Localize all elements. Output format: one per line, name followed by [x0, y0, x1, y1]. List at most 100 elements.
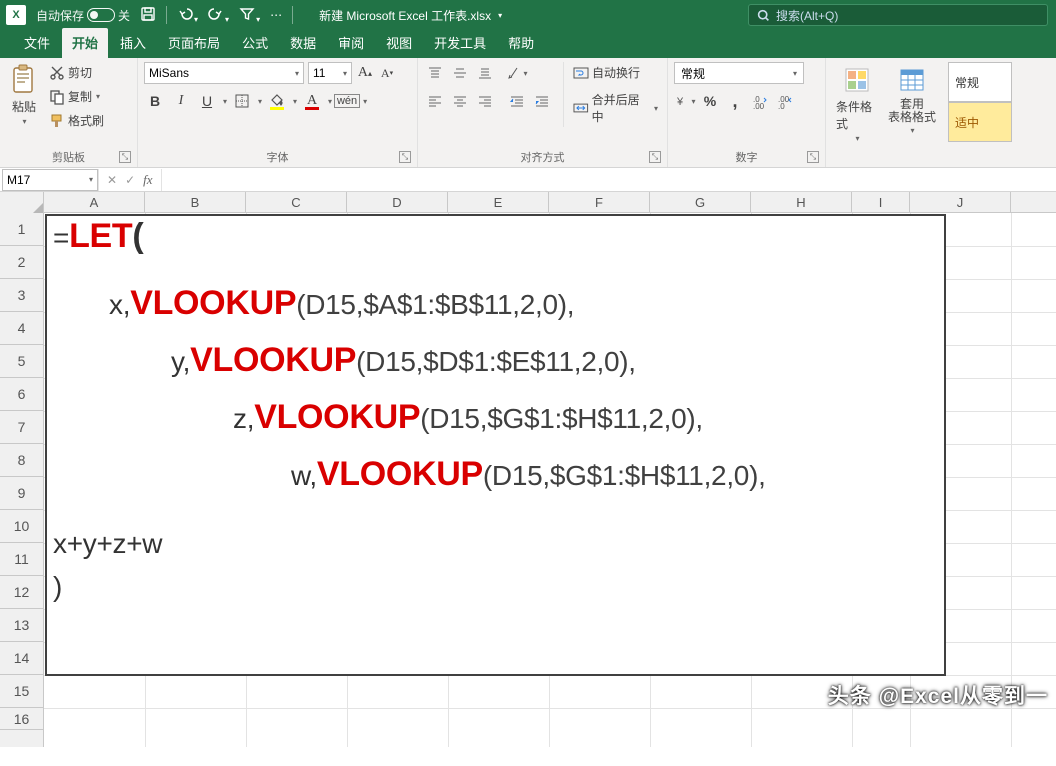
row-header[interactable]: 13: [0, 609, 43, 642]
svg-text:.0: .0: [778, 102, 785, 109]
row-header[interactable]: 4: [0, 312, 43, 345]
col-header[interactable]: I: [852, 192, 910, 212]
font-color-button[interactable]: A: [301, 90, 323, 112]
percent-icon[interactable]: %: [699, 90, 721, 112]
formula-bar: M17▾ ✕ ✓ fx: [0, 168, 1056, 192]
launcher-icon[interactable]: ⤡: [807, 151, 819, 163]
decrease-decimal-icon[interactable]: .00.0: [774, 90, 796, 112]
worksheet-grid[interactable]: A B C D E F G H I J 1 2 3 4 5 6 7 8 9 10…: [0, 192, 1056, 748]
copy-button[interactable]: 复制▾: [46, 86, 107, 107]
launcher-icon[interactable]: ⤡: [399, 151, 411, 163]
svg-text:¥: ¥: [676, 96, 684, 108]
currency-icon[interactable]: ¥▾: [674, 90, 696, 112]
row-header[interactable]: 5: [0, 345, 43, 378]
tab-home[interactable]: 开始: [62, 28, 108, 58]
phonetic-button[interactable]: wén: [336, 90, 358, 112]
row-header[interactable]: 8: [0, 444, 43, 477]
row-header[interactable]: 2: [0, 246, 43, 279]
align-left-icon[interactable]: [424, 90, 446, 112]
border-button[interactable]: [231, 90, 253, 112]
row-header[interactable]: 15: [0, 675, 43, 708]
fill-color-button[interactable]: [266, 90, 288, 112]
orientation-icon[interactable]: ▾: [506, 62, 528, 84]
search-box[interactable]: 搜索(Alt+Q): [748, 4, 1048, 26]
confirm-icon[interactable]: ✓: [125, 173, 135, 187]
align-bottom-icon[interactable]: [474, 62, 496, 84]
comma-icon[interactable]: ,: [724, 90, 746, 112]
wrap-text-button[interactable]: 自动换行: [570, 62, 661, 83]
launcher-icon[interactable]: ⤡: [119, 151, 131, 163]
col-header[interactable]: B: [145, 192, 246, 212]
underline-button[interactable]: U: [196, 90, 218, 112]
row-header[interactable]: 1: [0, 213, 43, 246]
group-title-number: 数字⤡: [674, 148, 819, 165]
tab-layout[interactable]: 页面布局: [158, 28, 230, 58]
tab-developer[interactable]: 开发工具: [424, 28, 496, 58]
row-header[interactable]: 7: [0, 411, 43, 444]
grow-font-icon[interactable]: A▴: [356, 62, 374, 84]
style-normal[interactable]: 常规: [948, 62, 1012, 102]
col-header[interactable]: A: [44, 192, 145, 212]
group-title-align: 对齐方式⤡: [424, 148, 661, 165]
align-center-icon[interactable]: [449, 90, 471, 112]
format-painter-button[interactable]: 格式刷: [46, 110, 107, 131]
launcher-icon[interactable]: ⤡: [649, 151, 661, 163]
row-header[interactable]: 10: [0, 510, 43, 543]
tab-review[interactable]: 审阅: [328, 28, 374, 58]
col-header[interactable]: C: [246, 192, 347, 212]
number-format-select[interactable]: 常规▾: [674, 62, 804, 84]
tab-file[interactable]: 文件: [14, 28, 60, 58]
tab-help[interactable]: 帮助: [498, 28, 544, 58]
font-name-select[interactable]: MiSans▾: [144, 62, 304, 84]
excel-icon: X: [6, 5, 26, 25]
align-middle-icon[interactable]: [449, 62, 471, 84]
col-header[interactable]: G: [650, 192, 751, 212]
merge-center-button[interactable]: 合并后居中▾: [570, 89, 661, 127]
select-all-corner[interactable]: [0, 192, 44, 213]
style-neutral[interactable]: 适中: [948, 102, 1012, 142]
row-header[interactable]: 14: [0, 642, 43, 675]
cancel-icon[interactable]: ✕: [107, 173, 117, 187]
cut-button[interactable]: 剪切: [46, 62, 107, 83]
align-right-icon[interactable]: [474, 90, 496, 112]
autosave-toggle[interactable]: 自动保存 关: [36, 7, 130, 24]
cell-style-gallery[interactable]: 常规 适中: [948, 62, 1012, 142]
shrink-font-icon[interactable]: A▾: [378, 62, 396, 84]
col-header[interactable]: D: [347, 192, 448, 212]
row-header[interactable]: 6: [0, 378, 43, 411]
row-header[interactable]: 3: [0, 279, 43, 312]
paste-button[interactable]: 粘贴▾: [6, 62, 42, 128]
format-table-button[interactable]: 套用 表格格式▾: [884, 62, 940, 137]
bold-button[interactable]: B: [144, 90, 166, 112]
conditional-format-button[interactable]: 条件格式▾: [832, 62, 882, 145]
filter-icon[interactable]: ▾: [239, 6, 260, 25]
undo-icon[interactable]: ▾: [177, 6, 198, 25]
indent-decrease-icon[interactable]: [506, 90, 528, 112]
row-header[interactable]: 16: [0, 708, 43, 730]
formula-input[interactable]: [162, 173, 1056, 187]
col-header[interactable]: E: [448, 192, 549, 212]
row-header[interactable]: 12: [0, 576, 43, 609]
indent-increase-icon[interactable]: [531, 90, 553, 112]
align-top-icon[interactable]: [424, 62, 446, 84]
ribbon: 粘贴▾ 剪切 复制▾ 格式刷 剪贴板⤡ MiS: [0, 58, 1056, 168]
row-header[interactable]: 11: [0, 543, 43, 576]
cells-area[interactable]: =LET( x,VLOOKUP(D15,$A$1:$B$11,2,0), y,V…: [44, 213, 1056, 747]
italic-button[interactable]: I: [170, 90, 192, 112]
col-header[interactable]: J: [910, 192, 1011, 212]
increase-decimal-icon[interactable]: .0.00: [749, 90, 771, 112]
tab-formulas[interactable]: 公式: [232, 28, 278, 58]
col-header[interactable]: F: [549, 192, 650, 212]
document-name[interactable]: 新建 Microsoft Excel 工作表.xlsx▾: [319, 7, 502, 24]
tab-data[interactable]: 数据: [280, 28, 326, 58]
text-box[interactable]: =LET( x,VLOOKUP(D15,$A$1:$B$11,2,0), y,V…: [45, 214, 946, 676]
col-header[interactable]: H: [751, 192, 852, 212]
tab-view[interactable]: 视图: [376, 28, 422, 58]
fx-icon[interactable]: fx: [143, 172, 152, 188]
redo-icon[interactable]: ▾: [208, 6, 229, 25]
name-box[interactable]: M17▾: [2, 169, 98, 191]
font-size-select[interactable]: 11▾: [308, 62, 352, 84]
tab-insert[interactable]: 插入: [110, 28, 156, 58]
row-header[interactable]: 9: [0, 477, 43, 510]
save-icon[interactable]: [140, 6, 156, 25]
